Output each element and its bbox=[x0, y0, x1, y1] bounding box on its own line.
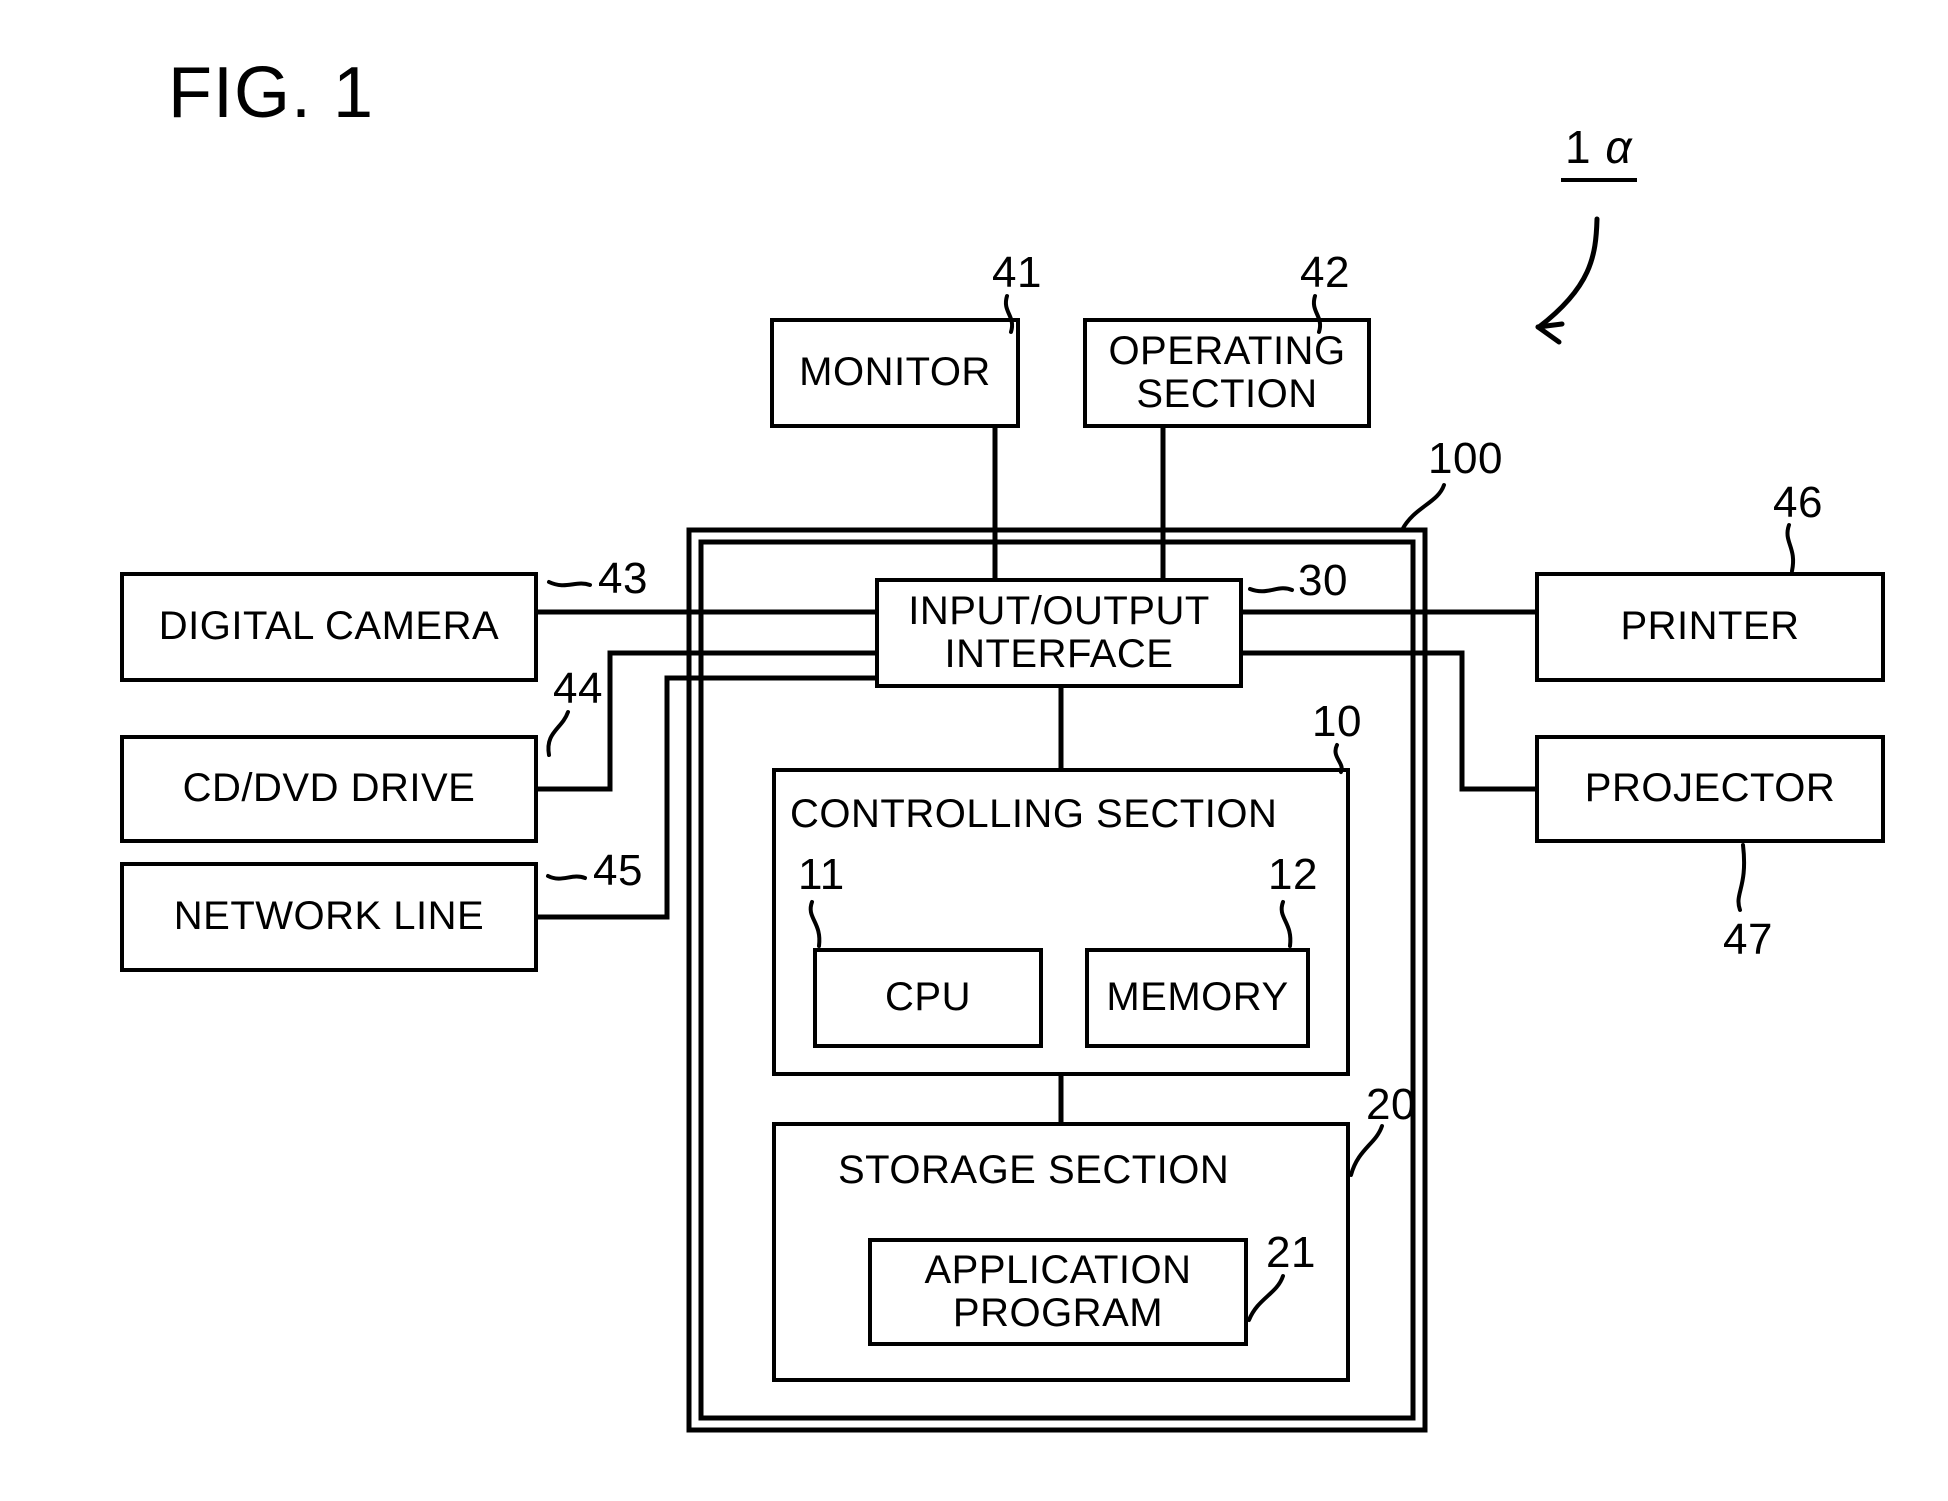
block-projector-label: PROJECTOR bbox=[1584, 766, 1836, 811]
leader-47 bbox=[1736, 843, 1747, 912]
ref-numeral-digital-camera: 43 bbox=[598, 554, 648, 603]
block-digital-camera: DIGITAL CAMERA bbox=[120, 572, 538, 682]
block-monitor-label: MONITOR bbox=[799, 350, 991, 395]
block-cpu: CPU bbox=[813, 948, 1043, 1048]
ref-numeral-operating-section: 42 bbox=[1300, 248, 1350, 297]
block-input-output-interface: INPUT/OUTPUT INTERFACE bbox=[875, 578, 1243, 688]
block-projector: PROJECTOR bbox=[1535, 735, 1885, 843]
block-digital-camera-label: DIGITAL CAMERA bbox=[158, 604, 500, 649]
block-printer-label: PRINTER bbox=[1620, 604, 1800, 649]
ref-numeral-printer: 46 bbox=[1773, 478, 1823, 527]
block-network-line-label: NETWORK LINE bbox=[173, 894, 485, 939]
leader-43 bbox=[547, 580, 592, 588]
block-application-program: APPLICATION PROGRAM bbox=[868, 1238, 1248, 1346]
block-cd-dvd-drive: CD/DVD DRIVE bbox=[120, 735, 538, 843]
block-input-output-interface-label: INPUT/OUTPUT INTERFACE bbox=[908, 588, 1210, 676]
system-callout-arrowhead bbox=[1535, 321, 1565, 345]
ref-numeral-projector: 47 bbox=[1723, 915, 1773, 964]
block-application-program-label: APPLICATION PROGRAM bbox=[924, 1247, 1192, 1335]
block-printer: PRINTER bbox=[1535, 572, 1885, 682]
ref-numeral-network-line: 45 bbox=[593, 846, 643, 895]
block-operating-section: OPERATING SECTION bbox=[1083, 318, 1371, 428]
block-network-line: NETWORK LINE bbox=[120, 862, 538, 972]
leader-44 bbox=[546, 710, 570, 757]
system-ref-symbol: α bbox=[1605, 121, 1633, 173]
ref-numeral-input-output-interface: 30 bbox=[1298, 556, 1348, 605]
block-storage-section-label: STORAGE SECTION bbox=[838, 1148, 1230, 1192]
ref-numeral-application-program: 21 bbox=[1266, 1228, 1316, 1277]
ref-numeral-memory: 12 bbox=[1268, 850, 1318, 899]
leader-46 bbox=[1785, 523, 1796, 573]
leader-45 bbox=[546, 874, 587, 881]
system-callout-arrow bbox=[1536, 216, 1600, 330]
ref-numeral-monitor: 41 bbox=[992, 248, 1042, 297]
ref-numeral-storage-section: 20 bbox=[1366, 1080, 1416, 1129]
figure-canvas: FIG. 1 1 α 100 MONITOR 41 OPERATING SECT… bbox=[0, 0, 1948, 1501]
system-ref-number: 1 bbox=[1565, 121, 1592, 173]
ref-numeral-cpu: 11 bbox=[798, 850, 845, 899]
block-memory-label: MEMORY bbox=[1106, 975, 1289, 1020]
ref-numeral-apparatus: 100 bbox=[1428, 434, 1503, 483]
block-controlling-section-label: CONTROLLING SECTION bbox=[790, 792, 1278, 836]
block-operating-section-label: OPERATING SECTION bbox=[1108, 328, 1346, 416]
block-monitor: MONITOR bbox=[770, 318, 1020, 428]
ref-numeral-controlling-section: 10 bbox=[1312, 697, 1362, 746]
block-memory: MEMORY bbox=[1085, 948, 1310, 1048]
block-cd-dvd-drive-label: CD/DVD DRIVE bbox=[182, 766, 476, 811]
leader-100 bbox=[1400, 483, 1446, 532]
leader-20 bbox=[1349, 1124, 1384, 1177]
leader-30 bbox=[1248, 586, 1294, 594]
ref-numeral-cd-dvd-drive: 44 bbox=[553, 664, 603, 713]
system-reference-label: 1 α bbox=[1561, 120, 1637, 182]
figure-title: FIG. 1 bbox=[168, 53, 375, 133]
block-cpu-label: CPU bbox=[885, 975, 971, 1020]
